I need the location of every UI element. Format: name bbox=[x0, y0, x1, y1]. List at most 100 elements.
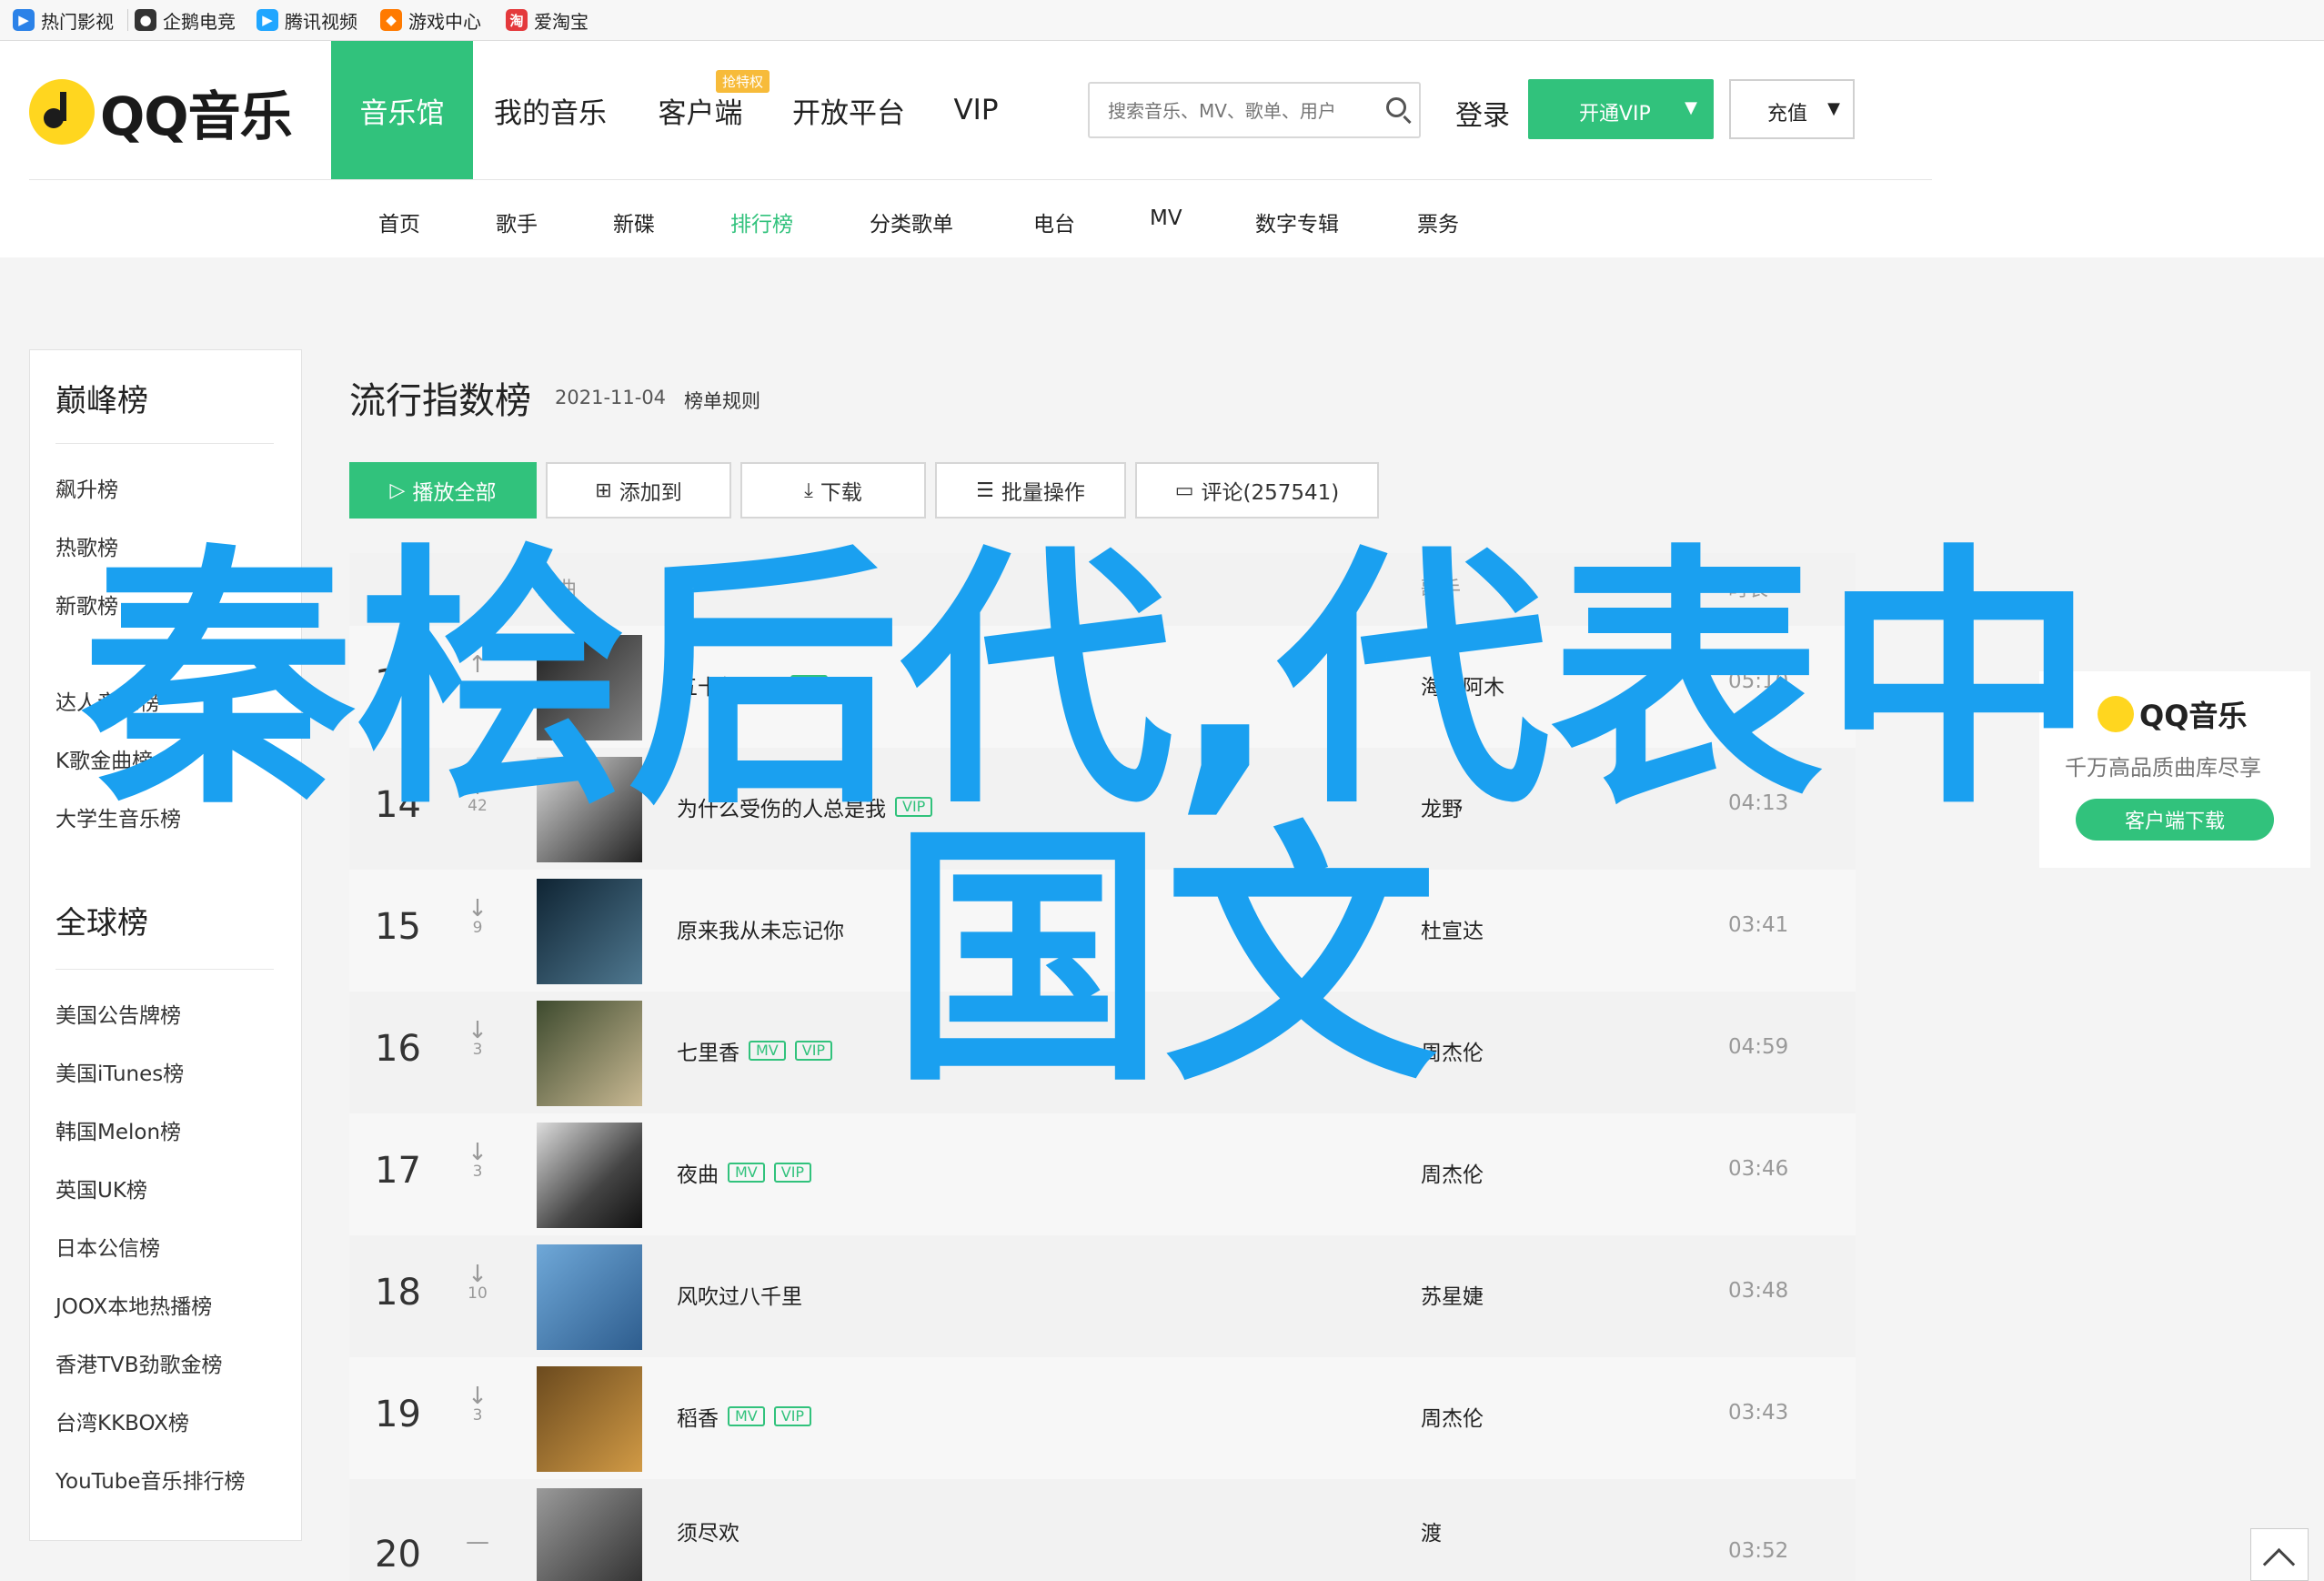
trend-indicator: ↓ 3 bbox=[464, 1139, 491, 1181]
sidebar-item-kkbox[interactable]: 台湾KKBOX榜 bbox=[55, 1405, 189, 1436]
album-cover[interactable] bbox=[537, 879, 642, 984]
site-header: QQ音乐 音乐馆 我的音乐 客户端 抢特权 开放平台 VIP 登录 开通VIP … bbox=[0, 41, 2324, 257]
search-input[interactable] bbox=[1106, 96, 1373, 126]
song-title[interactable]: 须尽欢 bbox=[677, 1516, 739, 1546]
album-cover[interactable] bbox=[537, 1123, 642, 1228]
album-cover[interactable] bbox=[537, 1366, 642, 1472]
song-title[interactable]: 稻香 MV VIP bbox=[677, 1401, 812, 1432]
subnav-charts[interactable]: 排行榜 bbox=[730, 206, 793, 237]
duration: 03:43 bbox=[1728, 1401, 1789, 1425]
taobao-icon: 淘 bbox=[506, 9, 528, 31]
video-icon: ▶ bbox=[13, 9, 35, 31]
sidebar-item-oricon[interactable]: 日本公信榜 bbox=[55, 1231, 160, 1262]
song-title[interactable]: 夜曲 MV VIP bbox=[677, 1157, 812, 1188]
song-name[interactable]: 原来我从未忘记你 bbox=[677, 913, 844, 944]
album-cover[interactable] bbox=[537, 1001, 642, 1106]
subnav-new-album[interactable]: 新碟 bbox=[613, 206, 655, 237]
chevron-down-icon[interactable]: ▼ bbox=[1827, 99, 1840, 118]
nav-music-hall[interactable]: 音乐馆 bbox=[331, 41, 473, 179]
sidebar-item-joox[interactable]: JOOX本地热播榜 bbox=[55, 1289, 212, 1320]
album-cover[interactable] bbox=[537, 1244, 642, 1350]
sidebar-item-itunes[interactable]: 美国iTunes榜 bbox=[55, 1056, 184, 1087]
nav-my-music[interactable]: 我的音乐 bbox=[482, 41, 619, 179]
comment-button[interactable]: ▭ 评论(257541) bbox=[1135, 462, 1379, 519]
nav-client[interactable]: 客户端 bbox=[637, 41, 764, 179]
singer-name[interactable]: 渡 bbox=[1421, 1516, 1442, 1546]
song-name[interactable]: 夜曲 bbox=[677, 1157, 719, 1188]
bookmark-esports[interactable]: ● 企鹅电竞 bbox=[135, 5, 236, 35]
nav-vip[interactable]: VIP bbox=[937, 41, 1015, 179]
song-name[interactable]: 稻香 bbox=[677, 1401, 719, 1432]
table-row[interactable]: 20 — 须尽欢 渡 03:52 bbox=[349, 1479, 1856, 1581]
sidebar-item-uk[interactable]: 英国UK榜 bbox=[55, 1173, 147, 1203]
mv-tag[interactable]: MV bbox=[749, 1041, 786, 1061]
table-row[interactable]: 17 ↓ 3 夜曲 MV VIP 周杰伦 03:46 bbox=[349, 1113, 1856, 1235]
search-box[interactable] bbox=[1088, 82, 1421, 138]
plus-icon: ⊞ bbox=[595, 478, 612, 502]
vip-tag[interactable]: VIP bbox=[773, 1163, 812, 1183]
vip-tag[interactable]: VIP bbox=[773, 1406, 812, 1426]
rank-number: 19 bbox=[375, 1394, 421, 1435]
singer-name[interactable]: 周杰伦 bbox=[1421, 1401, 1484, 1432]
sidebar-item-billboard[interactable]: 美国公告牌榜 bbox=[55, 998, 181, 1029]
bookmark-game-center[interactable]: ◆ 游戏中心 bbox=[380, 5, 481, 35]
sidebar-item-soaring[interactable]: 飙升榜 bbox=[55, 472, 118, 503]
sidebar-item-youtube[interactable]: YouTube音乐排行榜 bbox=[55, 1464, 246, 1495]
singer-name[interactable]: 苏星婕 bbox=[1421, 1279, 1484, 1310]
chart-rules-link[interactable]: 榜单规则 bbox=[684, 387, 760, 414]
nav-open-platform[interactable]: 开放平台 bbox=[780, 41, 917, 179]
play-icon: ▷ bbox=[389, 478, 406, 502]
table-row[interactable]: 19 ↓ 3 稻香 MV VIP 周杰伦 03:43 bbox=[349, 1357, 1856, 1479]
qq-music-logo: QQ音乐 bbox=[2098, 693, 2247, 735]
login-link[interactable]: 登录 bbox=[1455, 93, 1510, 133]
sidebar-item-tvb[interactable]: 香港TVB劲歌金榜 bbox=[55, 1347, 223, 1378]
qq-music-logo[interactable]: QQ音乐 bbox=[29, 74, 293, 150]
subnav-digital-album[interactable]: 数字专辑 bbox=[1255, 206, 1339, 237]
subnav-radio[interactable]: 电台 bbox=[1033, 206, 1075, 237]
download-label: 下载 bbox=[820, 481, 862, 505]
subnav-tickets[interactable]: 票务 bbox=[1417, 206, 1459, 237]
song-name[interactable]: 风吹过八千里 bbox=[677, 1279, 802, 1310]
mv-tag[interactable]: MV bbox=[728, 1406, 765, 1426]
bookmark-hot-video[interactable]: ▶ 热门影视 bbox=[13, 5, 114, 35]
mv-tag[interactable]: MV bbox=[728, 1163, 765, 1183]
subnav-singer[interactable]: 歌手 bbox=[496, 206, 538, 237]
album-cover[interactable] bbox=[537, 1488, 642, 1581]
open-vip-button[interactable]: 开通VIP ▼ bbox=[1528, 79, 1714, 139]
bookmark-tencent-video[interactable]: ▶ 腾讯视频 bbox=[257, 5, 357, 35]
open-vip-label: 开通VIP bbox=[1579, 103, 1651, 126]
song-name[interactable]: 七里香 bbox=[677, 1035, 739, 1066]
song-name[interactable]: 须尽欢 bbox=[677, 1516, 739, 1546]
add-to-label: 添加到 bbox=[619, 481, 682, 505]
add-to-button[interactable]: ⊞ 添加到 bbox=[546, 462, 731, 519]
client-download-button[interactable]: 客户端下载 bbox=[2076, 799, 2274, 841]
bookmark-taobao[interactable]: 淘 爱淘宝 bbox=[506, 5, 589, 35]
subnav-playlists[interactable]: 分类歌单 bbox=[870, 206, 953, 237]
duration: 03:52 bbox=[1728, 1539, 1789, 1563]
search-icon[interactable] bbox=[1386, 97, 1406, 117]
song-title[interactable]: 原来我从未忘记你 bbox=[677, 913, 844, 944]
chevron-down-icon[interactable]: ▼ bbox=[1685, 98, 1697, 117]
subnav-home[interactable]: 首页 bbox=[378, 206, 420, 237]
rank-change: 10 bbox=[468, 1284, 488, 1303]
song-title[interactable]: 七里香 MV VIP bbox=[677, 1035, 833, 1066]
comment-icon: ▭ bbox=[1174, 478, 1194, 502]
song-title[interactable]: 风吹过八千里 bbox=[677, 1279, 802, 1310]
download-button[interactable]: ⤓ 下载 bbox=[740, 462, 926, 519]
bookmark-label: 企鹅电竞 bbox=[163, 10, 236, 33]
play-all-label: 播放全部 bbox=[412, 481, 497, 505]
back-to-top-icon[interactable] bbox=[2250, 1528, 2309, 1581]
table-row[interactable]: 18 ↓ 10 风吹过八千里 苏星婕 03:48 bbox=[349, 1235, 1856, 1357]
recharge-button[interactable]: 充值 ▼ bbox=[1729, 79, 1855, 139]
subnav-mv[interactable]: MV bbox=[1150, 206, 1182, 230]
play-all-button[interactable]: ▷ 播放全部 bbox=[349, 462, 537, 519]
duration: 03:48 bbox=[1728, 1279, 1789, 1303]
header-divider bbox=[29, 179, 1932, 180]
vip-tag[interactable]: VIP bbox=[794, 1041, 833, 1061]
comment-label: 评论(257541) bbox=[1201, 481, 1340, 505]
divider bbox=[55, 969, 274, 970]
batch-operation-button[interactable]: ☰ 批量操作 bbox=[935, 462, 1126, 519]
privilege-badge: 抢特权 bbox=[716, 70, 770, 93]
sidebar-item-melon[interactable]: 韩国Melon榜 bbox=[55, 1114, 181, 1145]
singer-name[interactable]: 周杰伦 bbox=[1421, 1157, 1484, 1188]
